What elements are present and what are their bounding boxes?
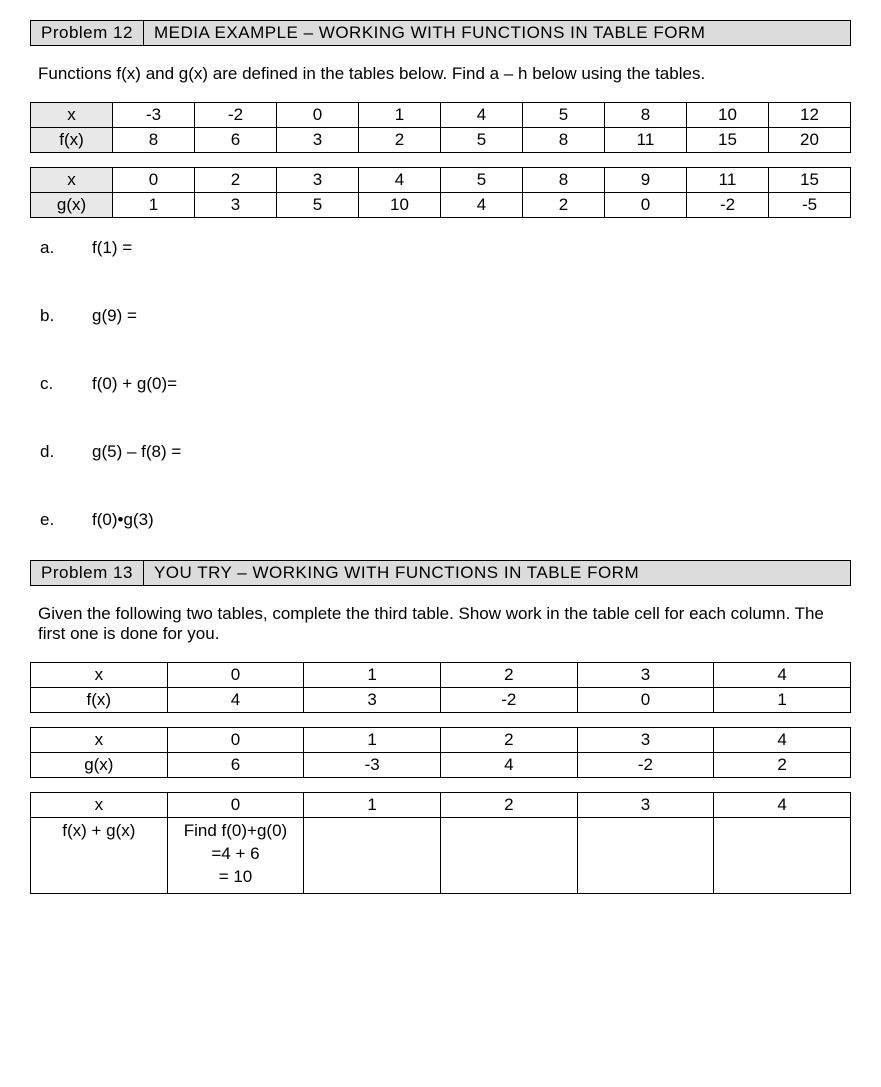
table-row: f(x) 4 3 -2 0 1 — [31, 688, 851, 713]
question-c: c. f(0) + g(0)= — [40, 374, 851, 394]
table-p13-sum: x 0 1 2 3 4 f(x) + g(x) Find f(0)+g(0) =… — [30, 792, 851, 894]
question-e: e. f(0)•g(3) — [40, 510, 851, 530]
problem-13-intro: Given the following two tables, complete… — [38, 604, 851, 644]
problem-13-number: Problem 13 — [31, 561, 144, 585]
sum-work-4[interactable] — [714, 818, 851, 894]
table-gx: x 0 2 3 4 5 8 9 11 15 g(x) 1 3 5 10 4 2 … — [30, 167, 851, 218]
table-p13-gx: x 0 1 2 3 4 g(x) 6 -3 4 -2 2 — [30, 727, 851, 778]
problem-12-intro: Functions f(x) and g(x) are defined in t… — [38, 64, 851, 84]
table-p13-fx: x 0 1 2 3 4 f(x) 4 3 -2 0 1 — [30, 662, 851, 713]
table-row: x 0 1 2 3 4 — [31, 663, 851, 688]
sum-label: f(x) + g(x) — [31, 818, 168, 894]
problem-12-questions: a. f(1) = b. g(9) = c. f(0) + g(0)= d. g… — [40, 238, 851, 530]
table-row: f(x) 8 6 3 2 5 8 11 15 20 — [31, 128, 851, 153]
table-row: x 0 1 2 3 4 — [31, 793, 851, 818]
table-row: x 0 2 3 4 5 8 9 11 15 — [31, 168, 851, 193]
table-row: x 0 1 2 3 4 — [31, 728, 851, 753]
problem-12-title: MEDIA EXAMPLE – WORKING WITH FUNCTIONS I… — [144, 21, 850, 45]
problem-12-number: Problem 12 — [31, 21, 144, 45]
table-fx: x -3 -2 0 1 4 5 8 10 12 f(x) 8 6 3 2 5 8… — [30, 102, 851, 153]
problem-13-header: Problem 13 YOU TRY – WORKING WITH FUNCTI… — [30, 560, 851, 586]
sum-work-3[interactable] — [577, 818, 714, 894]
table-row: g(x) 1 3 5 10 4 2 0 -2 -5 — [31, 193, 851, 218]
sum-work-0: Find f(0)+g(0) =4 + 6 = 10 — [167, 818, 304, 894]
problem-13-title: YOU TRY – WORKING WITH FUNCTIONS IN TABL… — [144, 561, 850, 585]
table-row: x -3 -2 0 1 4 5 8 10 12 — [31, 103, 851, 128]
table-row: f(x) + g(x) Find f(0)+g(0) =4 + 6 = 10 — [31, 818, 851, 894]
table-row: g(x) 6 -3 4 -2 2 — [31, 753, 851, 778]
question-d: d. g(5) – f(8) = — [40, 442, 851, 462]
sum-work-2[interactable] — [440, 818, 577, 894]
problem-12-header: Problem 12 MEDIA EXAMPLE – WORKING WITH … — [30, 20, 851, 46]
sum-work-1[interactable] — [304, 818, 441, 894]
question-b: b. g(9) = — [40, 306, 851, 326]
question-a: a. f(1) = — [40, 238, 851, 258]
